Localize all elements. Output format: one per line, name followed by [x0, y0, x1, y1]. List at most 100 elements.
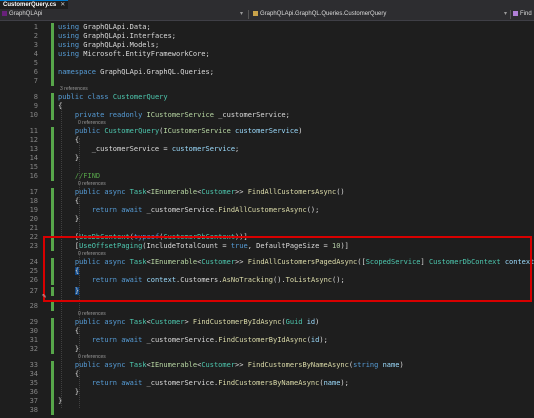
change-indicator: [51, 50, 54, 59]
change-indicator: [51, 318, 54, 327]
change-indicator: [51, 361, 54, 370]
code-text: using Microsoft.EntityFrameworkCore;: [58, 50, 210, 58]
code-text: public async Task<IEnumerable<Customer>>…: [74, 188, 345, 196]
change-indicator: [51, 102, 54, 111]
line-number: 26: [29, 276, 38, 284]
code-line: 2 using GraphQLApi.Interfaces;: [0, 32, 534, 41]
pencil-icon: ✎: [42, 292, 47, 300]
code-line: 3 using GraphQLApi.Models;: [0, 41, 534, 50]
change-indicator: [51, 145, 54, 154]
code-text: }: [58, 345, 80, 353]
code-line: 29 public async Task<Customer> FindCusto…: [0, 318, 534, 327]
codelens-references[interactable]: 0 references: [78, 311, 106, 318]
line-number: 23: [29, 242, 38, 250]
line-number: 9: [33, 102, 38, 110]
line-number: 4: [33, 50, 38, 58]
member-dropdown[interactable]: Find: [513, 9, 532, 20]
line-number: 22: [29, 233, 38, 241]
line-number: 12: [29, 136, 38, 144]
line-number: 32: [29, 345, 38, 353]
codelens-references[interactable]: 3 references: [60, 86, 88, 93]
change-indicator: [51, 77, 54, 86]
code-line: 8 public class CustomerQuery: [0, 93, 534, 102]
change-indicator: [51, 127, 54, 136]
change-indicator: [51, 397, 54, 406]
code-line: 32 }: [0, 345, 534, 354]
project-dropdown[interactable]: GraphQLApi: [2, 9, 247, 20]
method-icon: [513, 11, 518, 16]
line-number: 34: [29, 370, 38, 378]
code-text: {: [58, 136, 80, 144]
line-number: 24: [29, 258, 38, 266]
line-number: 16: [29, 172, 38, 180]
codelens-references[interactable]: 0 references: [78, 181, 106, 188]
code-editor[interactable]: 1 using GraphQLApi.Data; 2 using GraphQL…: [0, 21, 534, 418]
codelens-references[interactable]: 0 references: [78, 120, 106, 127]
code-text: public CustomerQuery(ICustomerService cu…: [74, 127, 303, 135]
line-number: 7: [33, 77, 38, 85]
codelens-references[interactable]: 0 references: [78, 354, 106, 361]
code-text: }: [58, 154, 80, 162]
line-number: 13: [29, 145, 38, 153]
code-line: 7: [0, 77, 534, 86]
code-line: 31 return await _customerService.FindCus…: [0, 336, 534, 345]
code-line: 5: [0, 59, 534, 68]
line-number: 18: [29, 197, 38, 205]
code-text: namespace GraphQLApi.GraphQL.Queries;: [58, 68, 214, 76]
line-number: 3: [33, 41, 38, 49]
change-indicator: [51, 93, 54, 102]
code-line: 6 namespace GraphQLApi.GraphQL.Queries;: [0, 68, 534, 77]
code-line: 33 public async Task<IEnumerable<Custome…: [0, 361, 534, 370]
line-number: 10: [29, 111, 38, 119]
change-indicator: [51, 172, 54, 181]
line-number: 20: [29, 215, 38, 223]
type-dropdown-chevron-icon[interactable]: ▾: [502, 9, 507, 20]
code-line: 20 }: [0, 215, 534, 224]
close-icon[interactable]: ✕: [60, 2, 65, 8]
change-indicator: [51, 336, 54, 345]
tab-bar: CustomerQuery.cs ✕: [0, 0, 534, 9]
code-line: 30 {: [0, 327, 534, 336]
line-number: 14: [29, 154, 38, 162]
code-text: {: [58, 327, 80, 335]
code-text: //FIND: [74, 172, 101, 180]
code-text: }: [58, 388, 80, 396]
code-line: 21: [0, 224, 534, 233]
code-text: _customerService = customerService;: [91, 145, 240, 153]
csharp-project-icon: [2, 11, 7, 16]
change-indicator: [51, 163, 54, 172]
code-text: {: [58, 370, 80, 378]
code-line: 12 {: [0, 136, 534, 145]
code-text: {: [58, 197, 80, 205]
line-number: 5: [33, 59, 38, 67]
code-line: 16 //FIND: [0, 172, 534, 181]
change-indicator: [51, 197, 54, 206]
code-line: 28: [0, 302, 534, 311]
line-number: 11: [29, 127, 38, 135]
class-icon: [253, 11, 258, 16]
line-number: 29: [29, 318, 38, 326]
code-text: using GraphQLApi.Data;: [58, 23, 151, 31]
line-number: 6: [33, 68, 38, 76]
tab-customerquery[interactable]: CustomerQuery.cs ✕: [0, 0, 69, 9]
project-dropdown-chevron-icon[interactable]: ▾: [238, 9, 243, 20]
code-line: 19 return await _customerService.FindAll…: [0, 206, 534, 215]
code-text: using GraphQLApi.Interfaces;: [58, 32, 177, 40]
line-number: 38: [29, 406, 38, 414]
change-indicator: [51, 136, 54, 145]
line-number: 1: [33, 23, 38, 31]
change-indicator: [51, 379, 54, 388]
navigation-bar: GraphQLApi ▾ GraphQLApi.GraphQL.Queries.…: [0, 9, 534, 21]
code-text: {: [58, 102, 63, 110]
code-text: public async Task<IEnumerable<Customer>>…: [74, 361, 404, 369]
line-number: 30: [29, 327, 38, 335]
change-indicator: [51, 154, 54, 163]
type-dropdown[interactable]: GraphQLApi.GraphQL.Queries.CustomerQuery: [253, 9, 503, 20]
change-indicator: [51, 41, 54, 50]
ide-window: CustomerQuery.cs ✕ GraphQLApi ▾ GraphQLAp…: [0, 0, 534, 418]
code-line: 14 }: [0, 154, 534, 163]
code-line: 35 return await _customerService.FindCus…: [0, 379, 534, 388]
line-number: 35: [29, 379, 38, 387]
change-indicator: [51, 59, 54, 68]
code-line: 4 using Microsoft.EntityFrameworkCore;: [0, 50, 534, 59]
